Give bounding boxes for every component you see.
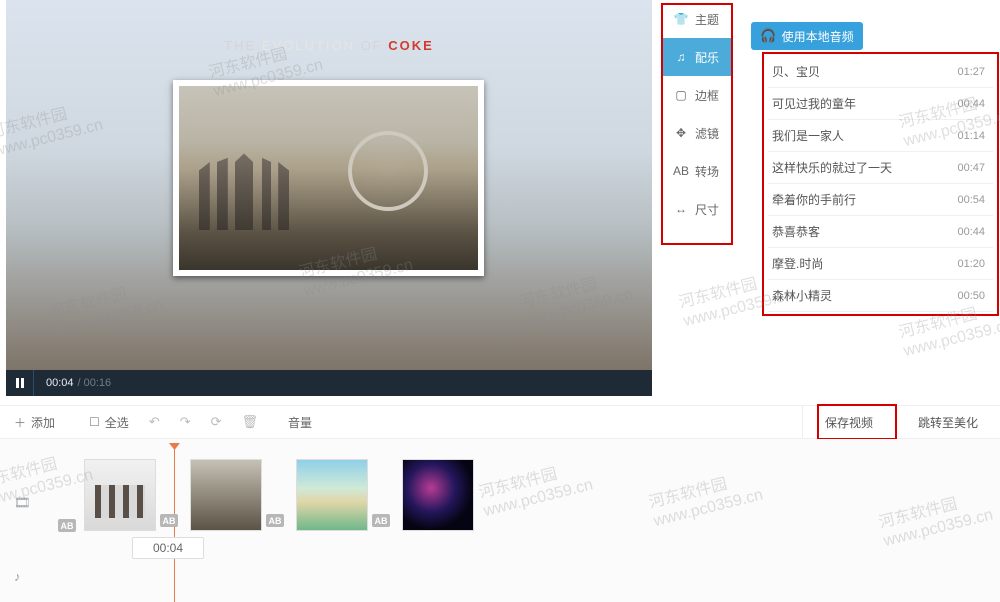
time-total: / 00:16 — [78, 377, 112, 389]
timeline: 🎞 ♪ AB AB AB AB 00:04 — [0, 439, 1000, 602]
tab-transition[interactable]: AB转场 — [663, 152, 733, 190]
slide-image — [173, 80, 484, 276]
music-item[interactable]: 可见过我的童年00:44 — [768, 88, 993, 120]
clip-thumb[interactable] — [190, 459, 262, 531]
use-local-audio-button[interactable]: 🎧 使用本地音频 — [751, 22, 863, 50]
pause-button[interactable] — [6, 370, 34, 396]
select-all-button[interactable]: ☐全选 — [89, 414, 129, 431]
music-icon: ♫ — [673, 49, 689, 65]
transition-icon: AB — [673, 163, 689, 179]
music-item[interactable]: 贝、宝贝01:27 — [768, 56, 993, 88]
size-icon: ↔ — [673, 201, 689, 217]
filter-icon: ✥ — [673, 125, 689, 141]
video-track-icon: 🎞 — [14, 495, 34, 511]
border-icon: ▢ — [673, 87, 689, 103]
time-current: 00:04 — [46, 377, 74, 389]
undo-button[interactable]: ↶ — [149, 414, 160, 430]
headphones-icon: 🎧 — [760, 28, 776, 44]
shirt-icon: 👕 — [673, 11, 689, 27]
clip-thumbnails: AB AB AB — [84, 459, 474, 531]
jump-beautify-button[interactable]: 跳转至美化 — [895, 405, 1000, 439]
music-list: 贝、宝贝01:27 可见过我的童年00:44 我们是一家人01:14 这样快乐的… — [768, 56, 993, 312]
music-item[interactable]: 牵着你的手前行00:54 — [768, 184, 993, 216]
transition-badge[interactable]: AB — [58, 519, 76, 532]
volume-button[interactable]: 音量 — [288, 414, 312, 431]
tab-filter[interactable]: ✥滤镜 — [663, 114, 733, 152]
slide-title: THE EVOLUTION OF COKE — [6, 38, 652, 53]
video-preview: THE EVOLUTION OF COKE — [6, 0, 652, 370]
playback-bar: 00:04 / 00:16 — [6, 370, 652, 396]
select-all-icon: ☐ — [89, 415, 100, 429]
clip-thumb[interactable] — [296, 459, 368, 531]
side-tabs: 👕主题 ♫配乐 ▢边框 ✥滤镜 AB转场 ↔尺寸 — [663, 0, 733, 396]
tab-music[interactable]: ♫配乐 — [663, 38, 733, 76]
plus-icon: ＋ — [14, 414, 26, 431]
tab-border[interactable]: ▢边框 — [663, 76, 733, 114]
slide-frame: THE EVOLUTION OF COKE — [6, 0, 652, 370]
transition-badge[interactable]: AB — [372, 514, 390, 527]
music-item[interactable]: 我们是一家人01:14 — [768, 120, 993, 152]
tab-size[interactable]: ↔尺寸 — [663, 190, 733, 228]
toolbar: ＋添加 ☐全选 ↶ ↷ ⟳ 🗑 音量 保存视频 跳转至美化 — [0, 405, 1000, 439]
audio-track-icon: ♪ — [14, 569, 34, 585]
music-item[interactable]: 这样快乐的就过了一天00:47 — [768, 152, 993, 184]
clip-thumb[interactable] — [84, 459, 156, 531]
delete-button[interactable]: 🗑 — [242, 414, 259, 430]
music-item[interactable]: 恭喜恭客00:44 — [768, 216, 993, 248]
playhead-time-tip: 00:04 — [132, 537, 204, 559]
transition-badge[interactable]: AB — [160, 514, 178, 527]
redo-button[interactable]: ↷ — [180, 414, 191, 430]
transition-badge[interactable]: AB — [266, 514, 284, 527]
tab-theme[interactable]: 👕主题 — [663, 0, 733, 38]
add-button[interactable]: ＋添加 — [14, 414, 55, 431]
music-item[interactable]: 摩登.时尚01:20 — [768, 248, 993, 280]
clip-thumb[interactable] — [402, 459, 474, 531]
music-item[interactable]: 森林小精灵00:50 — [768, 280, 993, 312]
save-video-button[interactable]: 保存视频 — [802, 405, 895, 439]
rotate-button[interactable]: ⟳ — [211, 414, 222, 430]
